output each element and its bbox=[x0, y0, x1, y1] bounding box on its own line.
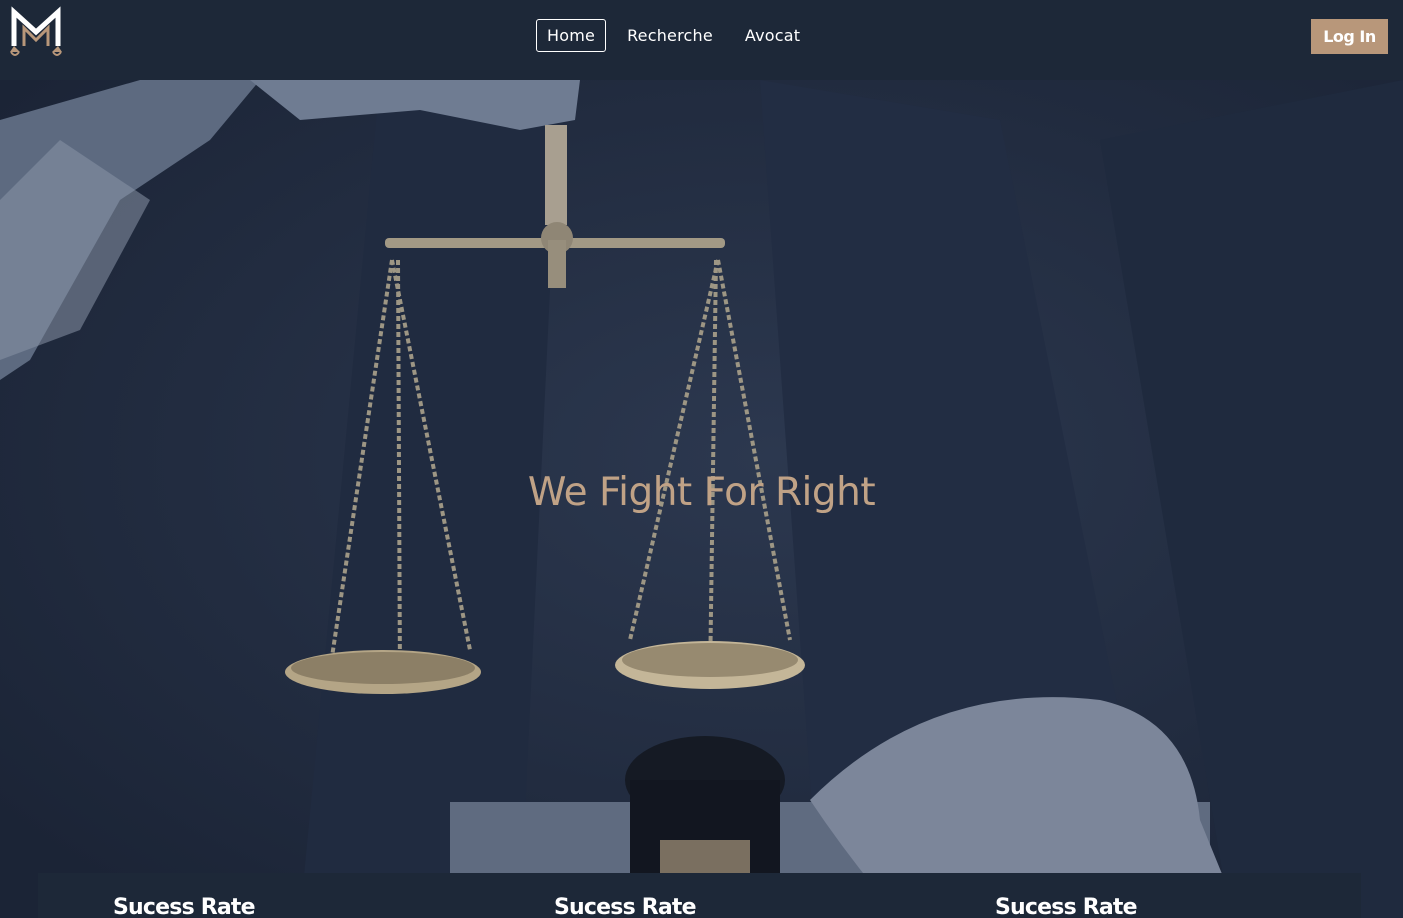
stat-card-title: Sucess Rate bbox=[113, 895, 256, 918]
navbar: Home Recherche Avocat Log In bbox=[0, 0, 1403, 80]
stat-card-title: Sucess Rate bbox=[995, 895, 1138, 918]
hero-section: We Fight For Right bbox=[0, 80, 1403, 918]
hero-title: We Fight For Right bbox=[527, 470, 876, 515]
main-nav: Home Recherche Avocat bbox=[536, 19, 821, 52]
stat-card: Sucess Rate bbox=[38, 873, 479, 918]
nav-recherche-link[interactable]: Recherche bbox=[616, 19, 724, 52]
nav-avocat-link[interactable]: Avocat bbox=[734, 19, 811, 52]
stat-card-title: Sucess Rate bbox=[554, 895, 697, 918]
stat-card: Sucess Rate bbox=[920, 873, 1361, 918]
stat-card: Sucess Rate bbox=[479, 873, 920, 918]
nav-home-link[interactable]: Home bbox=[536, 19, 607, 52]
law-scales-m-logo-icon[interactable] bbox=[9, 6, 63, 60]
login-button[interactable]: Log In bbox=[1311, 19, 1388, 54]
stats-cards: Sucess Rate Sucess Rate Sucess Rate bbox=[38, 873, 1361, 918]
